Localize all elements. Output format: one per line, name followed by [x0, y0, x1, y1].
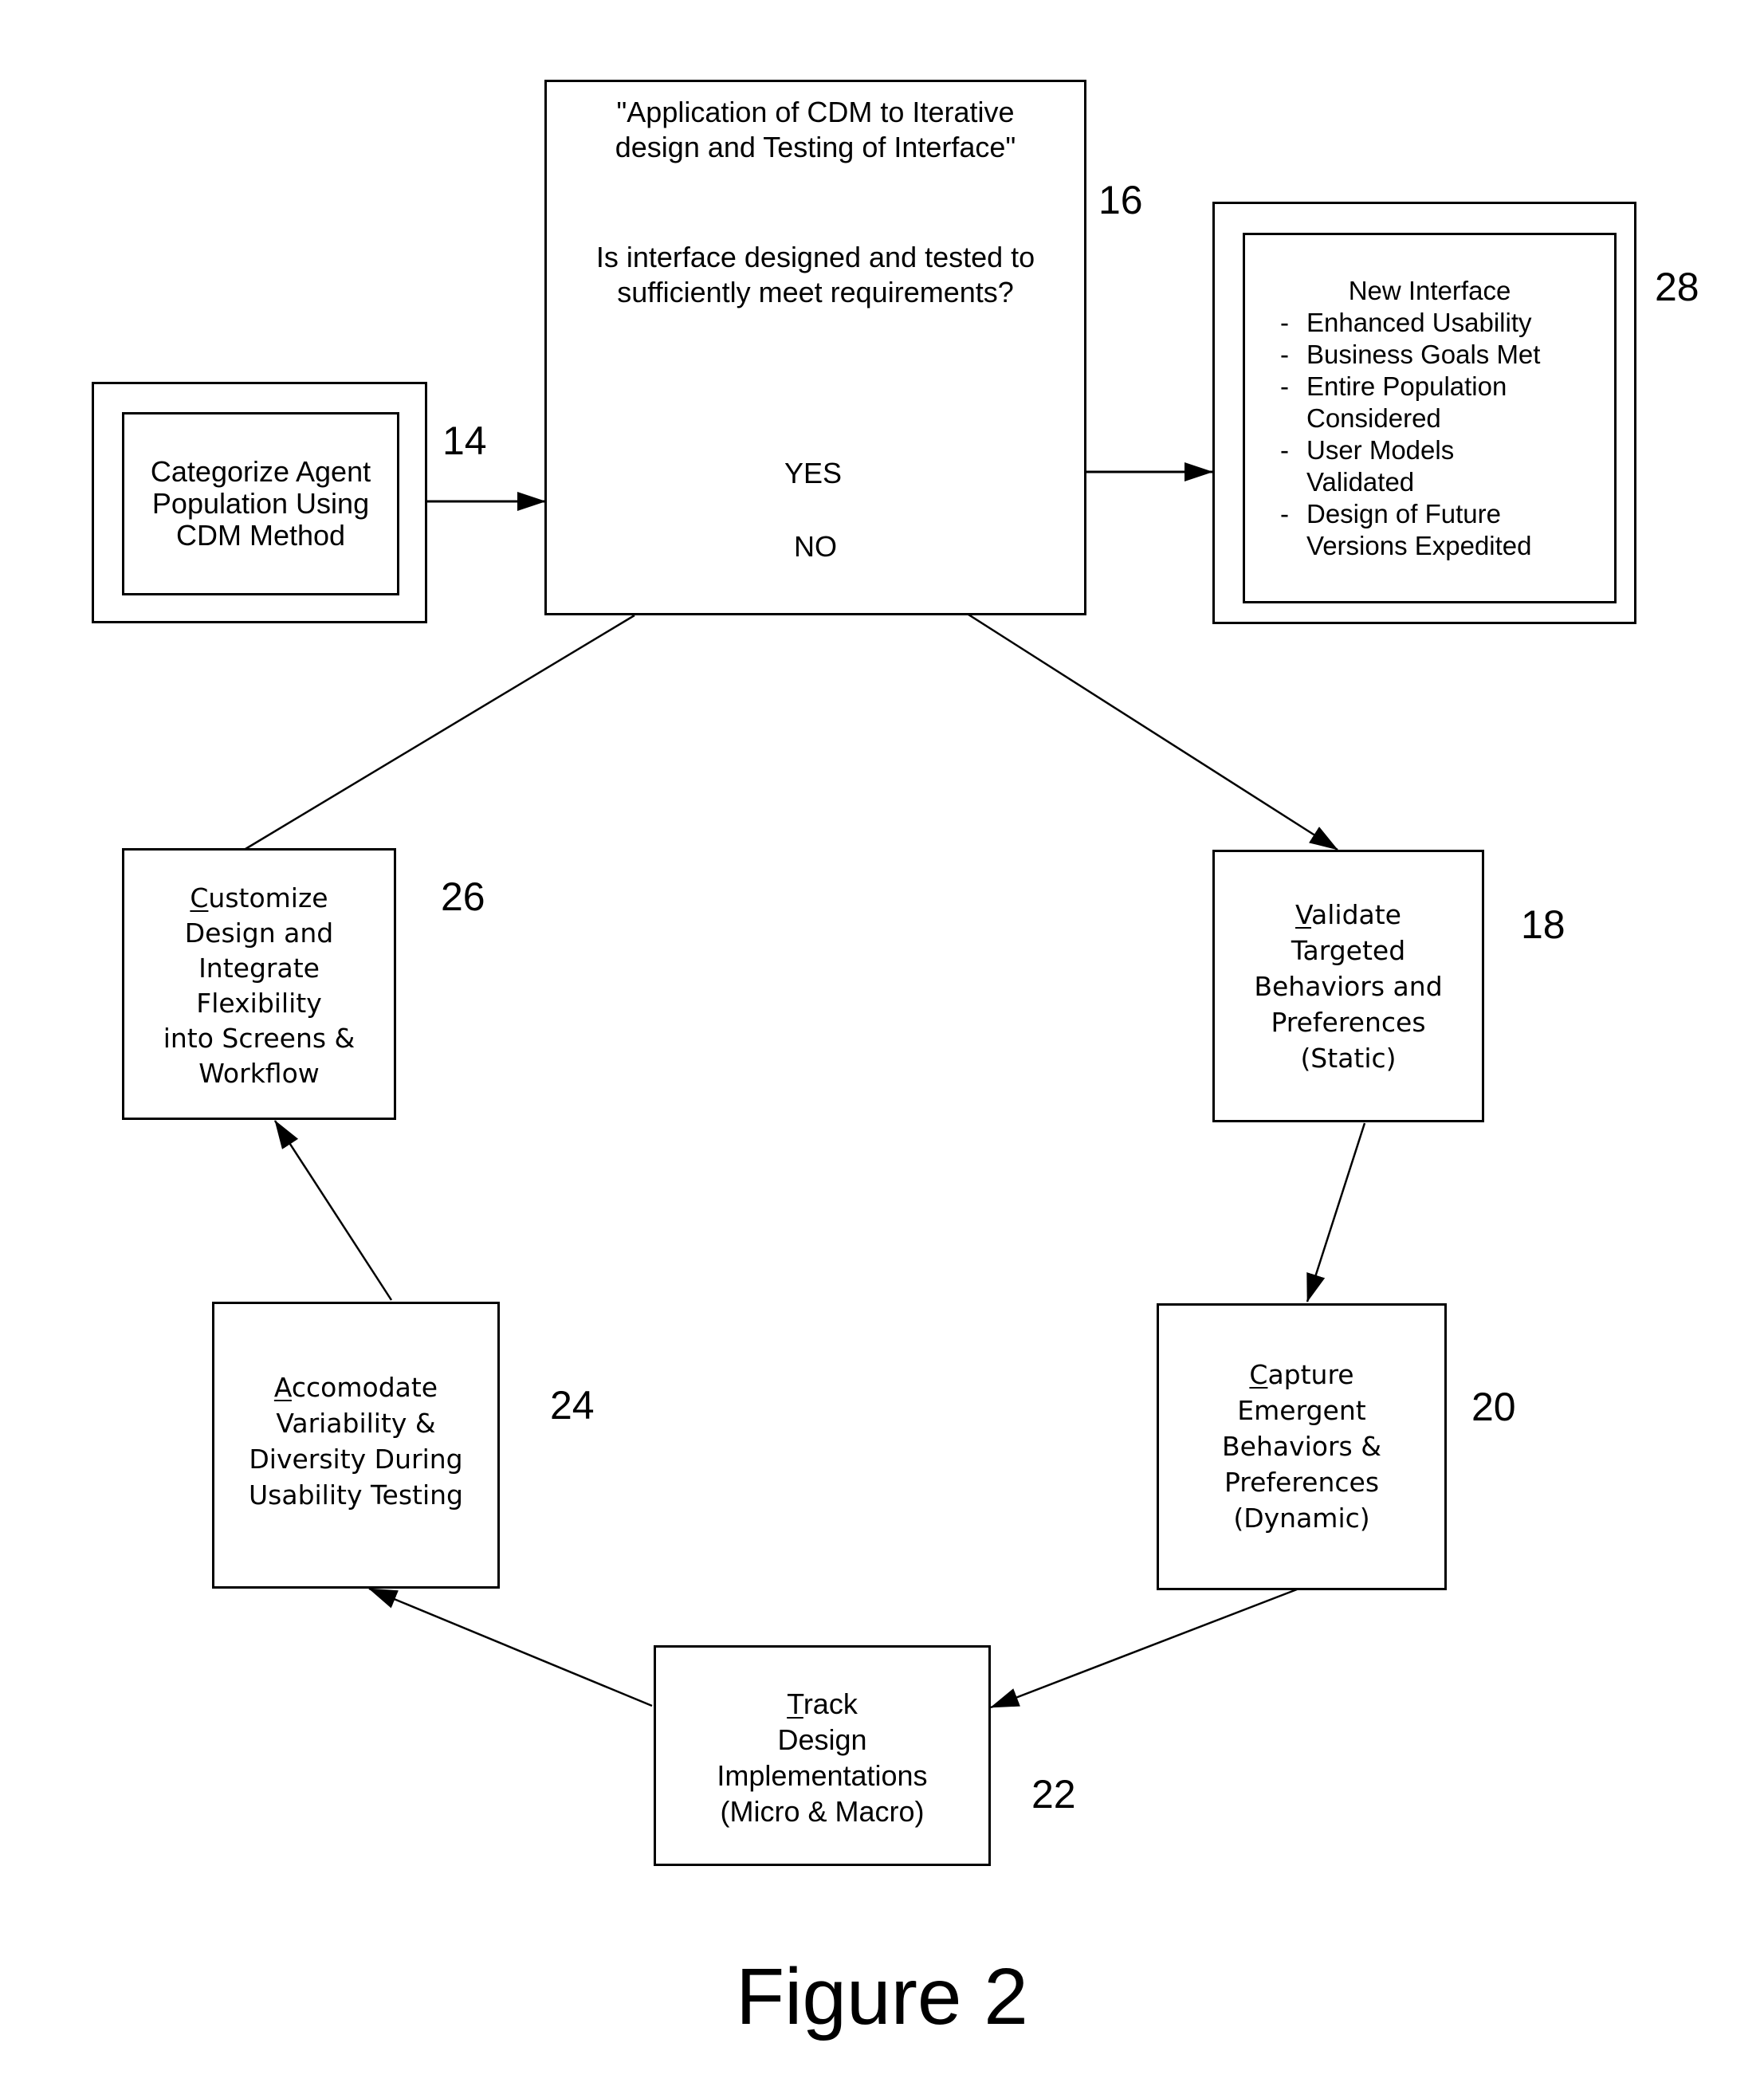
- node-20-capture-behaviors: Capture Emergent Behaviors & Preferences…: [1157, 1303, 1447, 1590]
- node-16-title-line: design and Testing of Interface": [615, 131, 1016, 163]
- node-28-item: - Design of Future: [1280, 498, 1540, 530]
- node-22-line: (Micro & Macro): [720, 1795, 925, 1828]
- node-26-customize-design: Customize Design and Integrate Flexibili…: [122, 848, 396, 1120]
- node-22-first-rest: rack: [803, 1687, 858, 1720]
- node-26-line: Workflow: [198, 1058, 320, 1089]
- yes-branch-label: YES: [784, 457, 843, 489]
- node-18-validate-behaviors: Validate Targeted Behaviors and Preferen…: [1212, 850, 1484, 1122]
- node-28-item: - User Models: [1280, 434, 1540, 466]
- node-20-line: Preferences: [1224, 1467, 1380, 1498]
- arrow-22-to-24: [368, 1587, 653, 1707]
- node-28-item-text: Versions Expedited: [1306, 531, 1532, 560]
- node-22-line: Implementations: [717, 1759, 928, 1792]
- node-24-accomodate-variability: Accomodate Variability & Diversity Durin…: [212, 1302, 500, 1589]
- ref-label-14: 14: [442, 418, 487, 463]
- ref-label-18: 18: [1521, 902, 1566, 947]
- node-28-item-text: Design of Future: [1306, 499, 1501, 528]
- node-14-categorize-agent-population: Categorize Agent Population Using CDM Me…: [92, 382, 427, 623]
- node-18-initial: V: [1295, 899, 1312, 930]
- line-16-to-26: [245, 614, 635, 851]
- node-28-item-text: User Models: [1306, 435, 1455, 465]
- node-18-line: Targeted: [1291, 935, 1406, 966]
- ref-label-22: 22: [1031, 1772, 1076, 1817]
- node-16-title-line: "Application of CDM to Iterative: [616, 96, 1015, 128]
- node-22-initial: T: [787, 1687, 803, 1720]
- node-20-text: Capture Emergent Behaviors & Preferences…: [1159, 1357, 1444, 1536]
- arrow-20-to-22: [990, 1588, 1298, 1709]
- node-18-line: (Static): [1300, 1043, 1397, 1074]
- node-22-track-design: Track Design Implementations (Micro & Ma…: [654, 1645, 991, 1866]
- node-26-line: Integrate: [198, 953, 320, 984]
- node-28-inner-frame: New Interface - Enhanced Usability - Busin…: [1243, 233, 1617, 603]
- node-20-line: (Dynamic): [1233, 1503, 1370, 1534]
- node-26-first-rest: ustomize: [208, 882, 328, 913]
- node-24-line: Diversity During: [249, 1444, 463, 1475]
- node-16-question-line: sufficiently meet requirements?: [617, 276, 1014, 308]
- node-28-heading: New Interface: [1348, 276, 1511, 305]
- node-14-inner-frame: Categorize Agent Population Using CDM Me…: [122, 412, 399, 595]
- arrow-24-to-26: [273, 1120, 393, 1301]
- arrow-18-to-20: [1306, 1122, 1366, 1302]
- dash: -: [1280, 340, 1289, 369]
- no-branch-label: NO: [794, 530, 837, 563]
- node-20-first-rest: apture: [1267, 1359, 1354, 1390]
- node-18-text: Validate Targeted Behaviors and Preferen…: [1215, 897, 1482, 1076]
- figure-caption: Figure 2: [736, 1952, 1028, 2041]
- node-24-line: Usability Testing: [249, 1479, 463, 1511]
- node-28-item: - Enhanced Usability: [1280, 307, 1540, 339]
- node-20-line: Behaviors &: [1222, 1431, 1381, 1462]
- ref-label-28: 28: [1655, 265, 1699, 309]
- node-24-line: Accomodate: [214, 1369, 497, 1405]
- node-26-line: Flexibility: [196, 988, 322, 1019]
- node-14-line: Categorize Agent: [150, 455, 371, 488]
- node-24-line: Variability &: [276, 1408, 436, 1439]
- node-22-line: Track: [656, 1686, 988, 1722]
- node-28-item: Versions Expedited: [1280, 530, 1540, 562]
- node-26-initial: C: [190, 882, 209, 913]
- node-24-first-rest: ccomodate: [291, 1372, 438, 1403]
- dash: -: [1280, 308, 1289, 337]
- node-16-question-line: Is interface designed and tested to: [595, 241, 1035, 273]
- node-18-first-rest: alidate: [1311, 899, 1401, 930]
- ref-label-26: 26: [441, 874, 485, 919]
- node-14-line: Population Using: [151, 487, 370, 520]
- node-20-line: Emergent: [1237, 1395, 1366, 1426]
- node-16-title: "Application of CDM to Iterative design …: [547, 95, 1084, 165]
- node-18-line: Preferences: [1271, 1007, 1426, 1038]
- node-14-text: Categorize Agent Population Using CDM Me…: [124, 456, 397, 552]
- ref-label-24: 24: [550, 1383, 595, 1428]
- node-28-item-text: Enhanced Usability: [1306, 308, 1532, 337]
- node-18-line: Behaviors and: [1254, 971, 1443, 1002]
- flow-diagram: Categorize Agent Population Using CDM Me…: [0, 0, 1764, 2094]
- node-20-initial: C: [1249, 1359, 1268, 1390]
- node-28-item-text: Considered: [1306, 403, 1441, 433]
- node-28-item: - Business Goals Met: [1280, 339, 1540, 371]
- node-26-line: Design and: [184, 917, 334, 949]
- dash: -: [1280, 499, 1289, 528]
- node-18-line: Validate: [1215, 897, 1482, 933]
- node-28-item-text: Validated: [1306, 467, 1415, 497]
- node-22-text: Track Design Implementations (Micro & Ma…: [656, 1686, 988, 1829]
- ref-label-16: 16: [1098, 178, 1143, 222]
- dash: -: [1280, 371, 1289, 401]
- node-20-line: Capture: [1159, 1357, 1444, 1393]
- node-24-text: Accomodate Variability & Diversity Durin…: [214, 1369, 497, 1513]
- node-26-text: Customize Design and Integrate Flexibili…: [124, 881, 394, 1091]
- node-28-item-text: Entire Population: [1306, 371, 1507, 401]
- ref-label-20: 20: [1471, 1385, 1516, 1429]
- dash: -: [1280, 435, 1289, 465]
- node-26-line: into Screens &: [163, 1023, 356, 1054]
- node-24-initial: A: [273, 1372, 292, 1403]
- node-28-item: Considered: [1280, 403, 1540, 434]
- node-14-line: CDM Method: [175, 519, 346, 552]
- node-28-items: - Enhanced Usability - Business Goals Met …: [1280, 307, 1540, 562]
- node-28-new-interface: New Interface - Enhanced Usability - Busin…: [1212, 202, 1636, 624]
- node-28-item-text: Business Goals Met: [1306, 340, 1541, 369]
- node-16-question: Is interface designed and tested to suff…: [547, 240, 1084, 310]
- node-28-item: - Entire Population: [1280, 371, 1540, 403]
- node-22-line: Design: [777, 1723, 867, 1756]
- node-26-line: Customize: [124, 881, 394, 916]
- node-28-item: Validated: [1280, 466, 1540, 498]
